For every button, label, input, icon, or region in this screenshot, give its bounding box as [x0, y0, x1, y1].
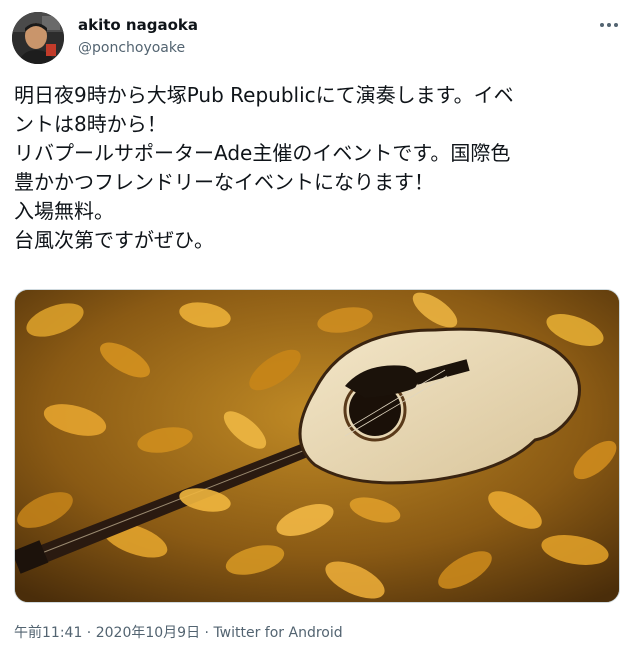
- tweet-source[interactable]: Twitter for Android: [213, 625, 342, 641]
- meta-separator: ·: [200, 625, 214, 641]
- tweet: akito nagaoka @ponchoyoake 明日夜9時から大塚Pub …: [0, 0, 640, 658]
- more-horizontal-icon: [600, 23, 618, 27]
- more-button[interactable]: [594, 10, 624, 40]
- user-handle[interactable]: @ponchoyoake: [78, 40, 185, 56]
- avatar-image: [12, 12, 64, 64]
- tweet-text-line: 台風次第ですがぜひ。: [14, 228, 214, 252]
- avatar[interactable]: [12, 12, 64, 64]
- tweet-text-line: 入場無料。: [14, 199, 114, 223]
- tweet-text: 明日夜9時から大塚Pub Republicにて演奏します。イベ ントは8時から！…: [14, 81, 628, 255]
- meta-separator: ·: [82, 625, 96, 641]
- display-name[interactable]: akito nagaoka: [78, 16, 198, 34]
- tweet-text-line: リバプールサポーターAde主催のイベントです。国際色: [14, 141, 511, 165]
- tweet-meta: 午前11:41 · 2020年10月9日 · Twitter for Andro…: [14, 622, 343, 642]
- tweet-text-line: ントは8時から！: [14, 112, 167, 136]
- guitar-photo: [15, 290, 619, 602]
- tweet-date[interactable]: 2020年10月9日: [96, 625, 200, 641]
- tweet-text-line: 豊かかつフレンドリーなイベントになります！: [14, 170, 434, 194]
- tweet-time[interactable]: 午前11:41: [14, 625, 82, 641]
- tweet-text-line: 明日夜9時から大塚Pub Republicにて演奏します。イベ: [14, 83, 514, 107]
- tweet-media-photo[interactable]: [14, 289, 620, 603]
